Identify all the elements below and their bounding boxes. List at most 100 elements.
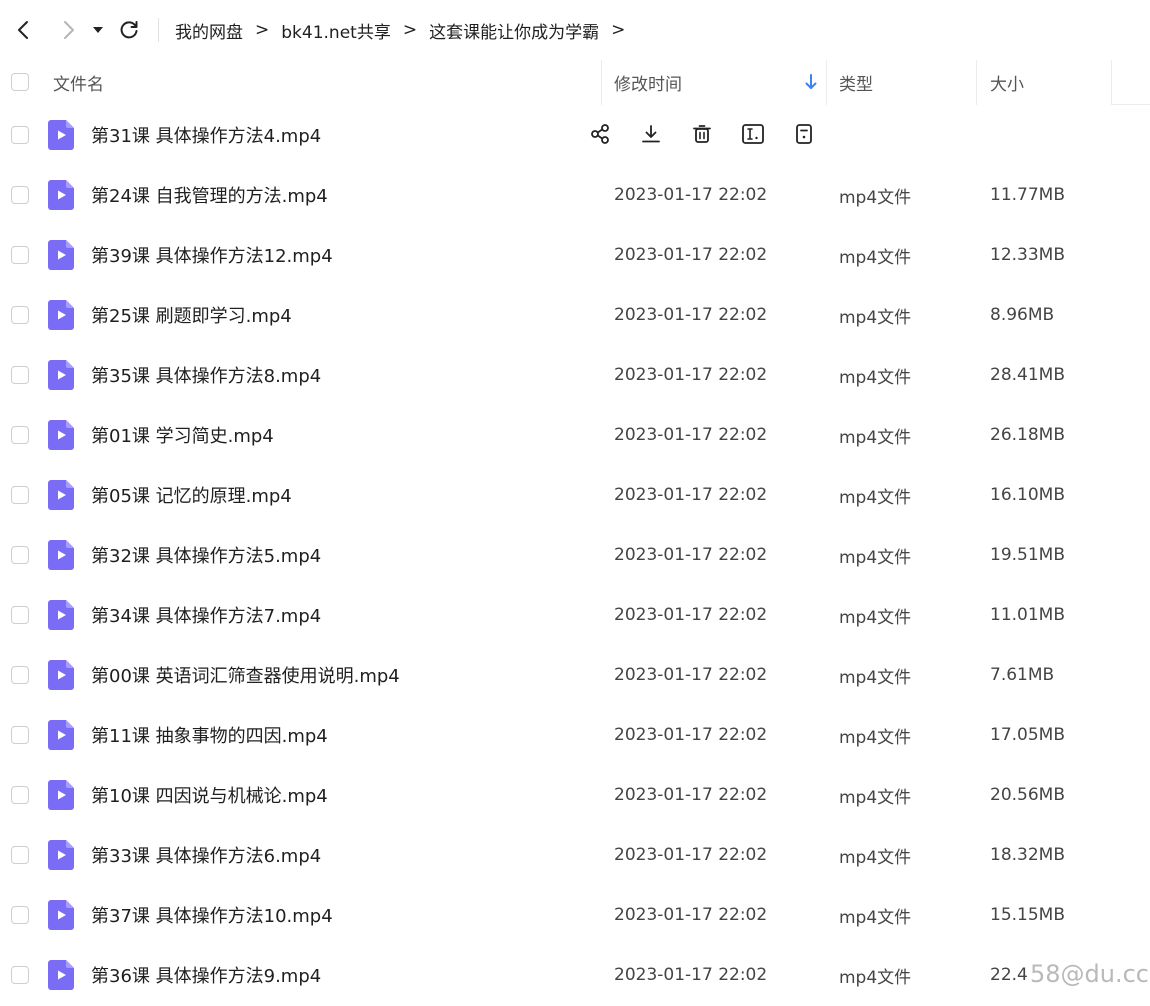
file-checkbox[interactable] <box>11 606 29 624</box>
file-checkbox[interactable] <box>11 186 29 204</box>
video-file-icon <box>48 300 74 330</box>
file-size: 18.32MB <box>990 845 1065 865</box>
file-modified-time: 2023-01-17 22:02 <box>614 845 768 865</box>
column-header-name[interactable]: 文件名 <box>53 60 104 105</box>
chevron-left-icon <box>18 21 28 39</box>
file-checkbox[interactable] <box>11 546 29 564</box>
file-row[interactable]: 第35课 具体操作方法8.mp4 2023-01-17 22:02 mp4文件 … <box>0 345 1150 405</box>
file-modified-time: 2023-01-17 22:02 <box>614 425 768 445</box>
file-checkbox[interactable] <box>11 306 29 324</box>
delete-button[interactable] <box>689 121 715 147</box>
file-row[interactable]: 第31课 具体操作方法4.mp4 <box>0 105 1150 165</box>
file-name[interactable]: 第31课 具体操作方法4.mp4 <box>91 105 321 165</box>
column-header-size[interactable]: 大小 <box>990 60 1024 105</box>
file-name[interactable]: 第01课 学习简史.mp4 <box>91 405 274 465</box>
file-name[interactable]: 第39课 具体操作方法12.mp4 <box>91 225 333 285</box>
video-file-icon <box>48 360 74 390</box>
file-row[interactable]: 第32课 具体操作方法5.mp4 2023-01-17 22:02 mp4文件 … <box>0 525 1150 585</box>
file-checkbox[interactable] <box>11 666 29 684</box>
file-size: 7.61MB <box>990 665 1055 685</box>
select-all-checkbox[interactable] <box>11 73 29 91</box>
column-divider <box>976 60 977 105</box>
file-checkbox[interactable] <box>11 246 29 264</box>
file-name[interactable]: 第36课 具体操作方法9.mp4 <box>91 945 321 1005</box>
file-checkbox[interactable] <box>11 846 29 864</box>
file-size: 15.15MB <box>990 905 1065 925</box>
column-header-time[interactable]: 修改时间 <box>614 60 682 105</box>
file-name[interactable]: 第24课 自我管理的方法.mp4 <box>91 165 328 225</box>
refresh-button[interactable] <box>114 15 144 45</box>
file-checkbox[interactable] <box>11 726 29 744</box>
share-button[interactable] <box>587 121 613 147</box>
file-name[interactable]: 第33课 具体操作方法6.mp4 <box>91 825 321 885</box>
download-icon <box>642 125 660 143</box>
file-size: 17.05MB <box>990 725 1065 745</box>
breadcrumb-item[interactable]: 这套课能让你成为学霸 <box>429 18 599 43</box>
breadcrumb-item[interactable]: 我的网盘 <box>175 18 243 43</box>
file-name[interactable]: 第11课 抽象事物的四因.mp4 <box>91 705 328 765</box>
file-row[interactable]: 第39课 具体操作方法12.mp4 2023-01-17 22:02 mp4文件… <box>0 225 1150 285</box>
file-checkbox[interactable] <box>11 426 29 444</box>
file-row[interactable]: 第24课 自我管理的方法.mp4 2023-01-17 22:02 mp4文件 … <box>0 165 1150 225</box>
file-size: 11.01MB <box>990 605 1065 625</box>
file-modified-time: 2023-01-17 22:02 <box>614 245 768 265</box>
video-file-icon <box>48 420 74 450</box>
file-name[interactable]: 第00课 英语词汇筛查器使用说明.mp4 <box>91 645 400 705</box>
video-file-icon <box>48 780 74 810</box>
watermark: 58@du.cc <box>1030 960 1150 988</box>
rename-button[interactable] <box>740 121 766 147</box>
chevron-right-icon <box>64 21 74 39</box>
file-row[interactable]: 第34课 具体操作方法7.mp4 2023-01-17 22:02 mp4文件 … <box>0 585 1150 645</box>
file-row[interactable]: 第10课 四因说与机械论.mp4 2023-01-17 22:02 mp4文件 … <box>0 765 1150 825</box>
file-checkbox[interactable] <box>11 366 29 384</box>
file-name[interactable]: 第10课 四因说与机械论.mp4 <box>91 765 328 825</box>
file-name[interactable]: 第34课 具体操作方法7.mp4 <box>91 585 321 645</box>
file-row[interactable]: 第11课 抽象事物的四因.mp4 2023-01-17 22:02 mp4文件 … <box>0 705 1150 765</box>
breadcrumb-separator: > <box>402 20 418 40</box>
file-type: mp4文件 <box>839 367 912 388</box>
caret-down-icon <box>93 27 103 33</box>
file-row[interactable]: 第05课 记忆的原理.mp4 2023-01-17 22:02 mp4文件 16… <box>0 465 1150 525</box>
file-name[interactable]: 第35课 具体操作方法8.mp4 <box>91 345 321 405</box>
file-type: mp4文件 <box>839 187 912 208</box>
file-size: 16.10MB <box>990 485 1065 505</box>
file-type: mp4文件 <box>839 427 912 448</box>
file-name[interactable]: 第32课 具体操作方法5.mp4 <box>91 525 321 585</box>
video-file-icon <box>48 480 74 510</box>
file-row[interactable]: 第33课 具体操作方法6.mp4 2023-01-17 22:02 mp4文件 … <box>0 825 1150 885</box>
file-checkbox[interactable] <box>11 906 29 924</box>
navigation-bar: 我的网盘 > bk41.net共享 > 这套课能让你成为学霸 > <box>0 0 1150 60</box>
file-modified-time: 2023-01-17 22:02 <box>614 365 768 385</box>
forward-button[interactable] <box>54 15 84 45</box>
back-button[interactable] <box>8 15 38 45</box>
file-list: 第31课 具体操作方法4.mp4 第24课 自我管理的方法.mp4 2023-0… <box>0 105 1150 1005</box>
sort-descending-icon[interactable] <box>803 72 819 92</box>
toolbar-divider <box>158 18 159 42</box>
file-type: mp4文件 <box>839 967 912 988</box>
breadcrumb-item[interactable]: bk41.net共享 <box>281 18 391 43</box>
file-type: mp4文件 <box>839 847 912 868</box>
file-type: mp4文件 <box>839 787 912 808</box>
file-row[interactable]: 第36课 具体操作方法9.mp4 2023-01-17 22:02 mp4文件 … <box>0 945 1150 1005</box>
file-row[interactable]: 第37课 具体操作方法10.mp4 2023-01-17 22:02 mp4文件… <box>0 885 1150 945</box>
more-button[interactable] <box>791 121 817 147</box>
download-button[interactable] <box>638 121 664 147</box>
file-name[interactable]: 第05课 记忆的原理.mp4 <box>91 465 292 525</box>
file-checkbox[interactable] <box>11 786 29 804</box>
file-modified-time: 2023-01-17 22:02 <box>614 605 768 625</box>
column-header-type[interactable]: 类型 <box>839 60 873 105</box>
video-file-icon <box>48 540 74 570</box>
file-name[interactable]: 第25课 刷题即学习.mp4 <box>91 285 292 345</box>
file-modified-time: 2023-01-17 22:02 <box>614 905 768 925</box>
file-checkbox[interactable] <box>11 966 29 984</box>
file-checkbox[interactable] <box>11 126 29 144</box>
file-checkbox[interactable] <box>11 486 29 504</box>
file-row[interactable]: 第00课 英语词汇筛查器使用说明.mp4 2023-01-17 22:02 mp… <box>0 645 1150 705</box>
history-dropdown-button[interactable] <box>88 15 108 45</box>
file-row[interactable]: 第01课 学习简史.mp4 2023-01-17 22:02 mp4文件 26.… <box>0 405 1150 465</box>
video-file-icon <box>48 900 74 930</box>
file-type: mp4文件 <box>839 727 912 748</box>
file-row[interactable]: 第25课 刷题即学习.mp4 2023-01-17 22:02 mp4文件 8.… <box>0 285 1150 345</box>
file-size: 11.77MB <box>990 185 1065 205</box>
file-name[interactable]: 第37课 具体操作方法10.mp4 <box>91 885 333 945</box>
